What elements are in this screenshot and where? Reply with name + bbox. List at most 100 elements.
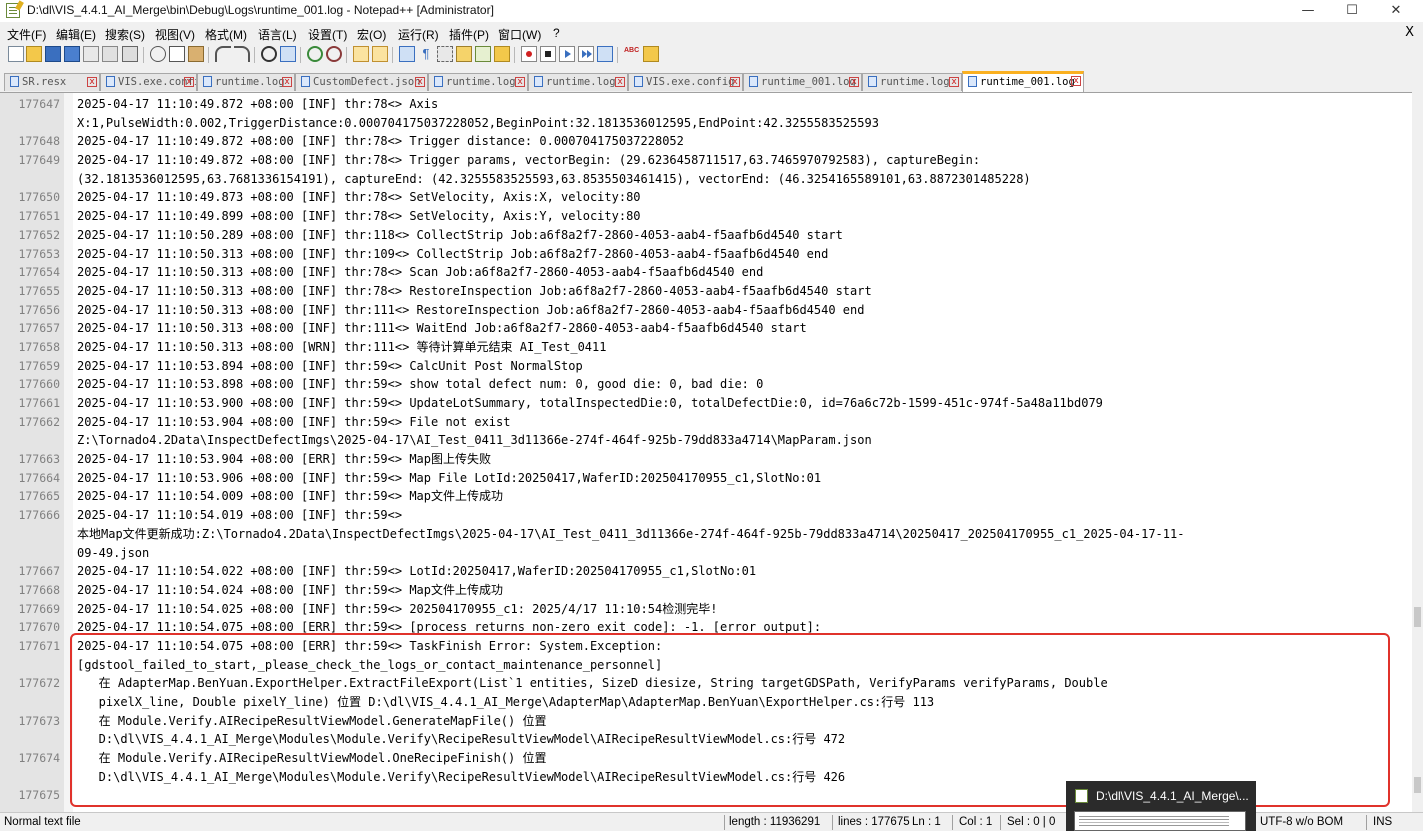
editor-line[interactable]: Z:\Tornado4.2Data\InspectDefectImgs\2025… [0, 431, 1400, 450]
editor-line[interactable]: 177656 2025-04-17 11:10:50.313 +08:00 [IN… [0, 301, 1400, 320]
tab-runtime-001-log[interactable]: runtime_001.log x [743, 73, 862, 91]
editor-line[interactable]: 177652 2025-04-17 11:10:50.289 +08:00 [IN… [0, 226, 1400, 245]
tab-close-icon[interactable]: x [849, 77, 859, 87]
tab-runtime-001-log-active[interactable]: runtime_001.log x [962, 71, 1084, 92]
close-icon[interactable] [83, 46, 99, 62]
editor-line[interactable]: 177664 2025-04-17 11:10:53.906 +08:00 [IN… [0, 469, 1400, 488]
editor-line[interactable]: 177658 2025-04-17 11:10:50.313 +08:00 [WR… [0, 338, 1400, 357]
vertical-scrollbar[interactable] [1412, 71, 1423, 812]
tab-vis-exe-config[interactable]: VIS.exe.configx [100, 73, 197, 91]
stop-macro-icon[interactable] [540, 46, 556, 62]
editor-line[interactable]: 177663 2025-04-17 11:10:53.904 +08:00 [ER… [0, 450, 1400, 469]
editor-line[interactable]: 177671 2025-04-17 11:10:54.075 +08:00 [ER… [0, 637, 1400, 656]
editor-line[interactable]: 177674 在 Module.Verify.AIRecipeResultVie… [0, 749, 1400, 768]
taskbar-window-preview[interactable]: D:\dl\VIS_4.4.1_AI_Merge\... [1066, 781, 1256, 831]
editor-line[interactable]: 09-49.json [0, 544, 1400, 563]
sync-v-icon[interactable] [353, 46, 369, 62]
new-file-icon[interactable] [8, 46, 24, 62]
editor-line[interactable]: 177662 2025-04-17 11:10:53.904 +08:00 [IN… [0, 413, 1400, 432]
editor-line[interactable]: 177655 2025-04-17 11:10:50.313 +08:00 [IN… [0, 282, 1400, 301]
editor-line[interactable]: 177650 2025-04-17 11:10:49.873 +08:00 [IN… [0, 188, 1400, 207]
tab-close-icon[interactable]: x [282, 77, 292, 87]
editor-line[interactable]: 177654 2025-04-17 11:10:50.313 +08:00 [IN… [0, 263, 1400, 282]
editor-line[interactable]: [gdstool_failed_to_start,_please_check_t… [0, 656, 1400, 675]
tab-sr-resx[interactable]: SR.resx x [4, 73, 100, 91]
redo-icon[interactable] [234, 46, 250, 62]
editor-line[interactable]: X:1,PulseWidth:0.002,TriggerDistance:0.0… [0, 114, 1400, 133]
cut-icon[interactable] [150, 46, 166, 62]
editor-line[interactable]: 177659 2025-04-17 11:10:53.894 +08:00 [IN… [0, 357, 1400, 376]
tab-close-icon[interactable]: x [87, 77, 97, 87]
editor-line[interactable]: pixelX_line, Double pixelY_line) 位置 D:\d… [0, 693, 1400, 712]
editor-line[interactable]: 177665 2025-04-17 11:10:54.009 +08:00 [IN… [0, 487, 1400, 506]
menu-help[interactable]: ? [553, 26, 560, 40]
save-macro-icon[interactable] [597, 46, 613, 62]
tab-runtime-log[interactable]: runtime.log x [428, 73, 528, 91]
editor-line[interactable]: 177670 2025-04-17 11:10:54.075 +08:00 [ER… [0, 618, 1400, 637]
tab-close-icon[interactable]: x [615, 77, 625, 87]
doc-map-icon[interactable] [456, 46, 472, 62]
run-macro-multiple-icon[interactable] [578, 46, 594, 62]
tab-close-icon[interactable]: x [949, 77, 959, 87]
tab-runtime-log[interactable]: runtime.log x [197, 73, 295, 91]
editor-line[interactable]: 177660 2025-04-17 11:10:53.898 +08:00 [IN… [0, 375, 1400, 394]
editor-line[interactable]: (32.1813536012595,63.7681336154191), cap… [0, 170, 1400, 189]
tab-customdefect-json[interactable]: CustomDefect.json x [295, 73, 428, 91]
close-document-x[interactable]: X [1405, 25, 1414, 40]
play-macro-icon[interactable] [559, 46, 575, 62]
save-icon[interactable] [45, 46, 61, 62]
menu-window[interactable]: 窗口(W) [498, 26, 541, 43]
menu-plugins[interactable]: 插件(P) [449, 26, 489, 43]
menu-search[interactable]: 搜索(S) [105, 26, 145, 43]
tab-close-icon[interactable]: x [415, 77, 425, 87]
close-all-icon[interactable] [102, 46, 118, 62]
editor-line[interactable]: 177657 2025-04-17 11:10:50.313 +08:00 [IN… [0, 319, 1400, 338]
show-all-chars-icon[interactable]: ¶ [418, 46, 434, 62]
menu-language[interactable]: 语言(L) [258, 26, 297, 43]
editor-line[interactable]: 177673 在 Module.Verify.AIRecipeResultVie… [0, 712, 1400, 731]
text-editor[interactable]: 177647 2025-04-17 11:10:49.872 +08:00 [IN… [0, 93, 1412, 812]
editor-line[interactable]: 177672 在 AdapterMap.BenYuan.ExportHelper… [0, 674, 1400, 693]
tab-close-icon[interactable]: x [184, 77, 194, 87]
tab-close-icon[interactable]: x [1071, 76, 1081, 86]
zoom-out-icon[interactable] [326, 46, 342, 62]
save-all-icon[interactable] [64, 46, 80, 62]
menu-run[interactable]: 运行(R) [398, 26, 439, 43]
print-icon[interactable] [122, 46, 138, 62]
editor-line[interactable]: 177667 2025-04-17 11:10:54.022 +08:00 [IN… [0, 562, 1400, 581]
replace-icon[interactable] [280, 46, 296, 62]
minimize-button[interactable]: — [1286, 0, 1330, 22]
paste-icon[interactable] [188, 46, 204, 62]
editor-line[interactable]: 本地Map文件更新成功:Z:\Tornado4.2Data\InspectDef… [0, 525, 1400, 544]
scrollbar-thumb[interactable] [1414, 607, 1421, 627]
editor-line[interactable]: D:\dl\VIS_4.4.1_AI_Merge\Modules\Module.… [0, 730, 1400, 749]
scrollbar-thumb-lower[interactable] [1414, 777, 1421, 793]
menu-view[interactable]: 视图(V) [155, 26, 195, 43]
maximize-button[interactable]: ☐ [1330, 0, 1374, 22]
record-macro-icon[interactable] [521, 46, 537, 62]
word-wrap-icon[interactable] [399, 46, 415, 62]
folder-workspace-icon[interactable] [494, 46, 510, 62]
spellcheck-icon[interactable]: ABC [624, 46, 640, 62]
status-encoding[interactable]: UTF-8 w/o BOM [1260, 816, 1343, 828]
close-window-button[interactable]: ✕ [1374, 0, 1418, 22]
editor-line[interactable]: 177661 2025-04-17 11:10:53.900 +08:00 [IN… [0, 394, 1400, 413]
tab-vis-exe-config[interactable]: VIS.exe.configx [628, 73, 743, 91]
plugin-icon[interactable] [643, 46, 659, 62]
editor-line[interactable]: 177653 2025-04-17 11:10:50.313 +08:00 [IN… [0, 245, 1400, 264]
find-icon[interactable] [261, 46, 277, 62]
open-file-icon[interactable] [26, 46, 42, 62]
editor-line[interactable]: 177666 2025-04-17 11:10:54.019 +08:00 [IN… [0, 506, 1400, 525]
tab-close-icon[interactable]: x [515, 77, 525, 87]
editor-line[interactable]: 177651 2025-04-17 11:10:49.899 +08:00 [IN… [0, 207, 1400, 226]
editor-line[interactable]: 177647 2025-04-17 11:10:49.872 +08:00 [IN… [0, 95, 1400, 114]
indent-guide-icon[interactable] [437, 46, 453, 62]
menu-settings[interactable]: 设置(T) [308, 26, 347, 43]
sync-h-icon[interactable] [372, 46, 388, 62]
menu-macro[interactable]: 宏(O) [357, 26, 386, 43]
function-list-icon[interactable] [475, 46, 491, 62]
editor-line[interactable]: 177649 2025-04-17 11:10:49.872 +08:00 [IN… [0, 151, 1400, 170]
editor-line[interactable]: 177648 2025-04-17 11:10:49.872 +08:00 [IN… [0, 132, 1400, 151]
menu-edit[interactable]: 编辑(E) [56, 26, 96, 43]
editor-line[interactable]: 177669 2025-04-17 11:10:54.025 +08:00 [IN… [0, 600, 1400, 619]
